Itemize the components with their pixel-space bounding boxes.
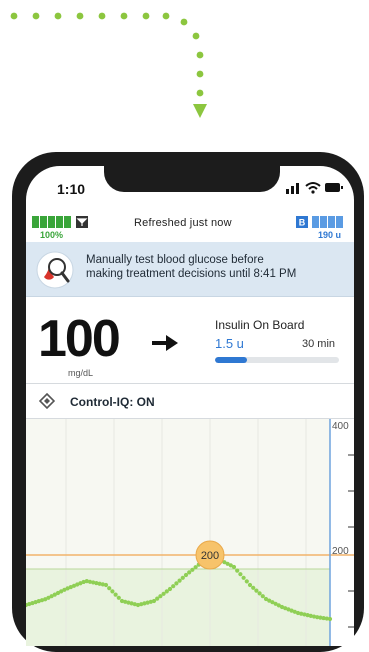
dotted-arrow-decoration [10,12,207,118]
glucose-value: 100 [38,310,121,368]
cgm-point [247,582,253,588]
cgm-point [167,586,173,592]
cgm-point [171,584,176,589]
test-glucose-alert[interactable]: Manually test blood glucose before makin… [26,242,354,297]
alert-message: Manually test blood glucose before makin… [86,253,346,281]
cgm-point [251,585,256,590]
cgm-point [260,594,265,599]
cgm-point [254,588,259,593]
cgm-point [327,616,333,622]
high-marker-label: 200 [201,550,219,562]
clock-time: 1:10 [57,181,86,197]
cgm-point [110,589,115,594]
cgm-point [116,595,121,600]
app-screen: 1:10 100% Refreshed just now B 190 u Man… [26,166,354,646]
cgm-point [238,572,243,577]
iob-label: Insulin On Board [215,318,305,332]
iob-value: 1.5 u [215,336,244,351]
cgm-point [257,591,262,596]
reservoir-badge-letter: B [299,218,306,228]
glucose-unit: mg/dL [68,368,94,378]
trend-arrow-right-icon [152,335,178,351]
iob-time-remaining: 30 min [302,338,336,350]
pump-battery-icon [32,216,88,228]
control-iq-diamond-icon [39,393,55,409]
cgm-point [103,582,109,588]
phone-notch [104,166,280,192]
cgm-point [244,579,249,584]
refresh-status: Refreshed just now [134,217,232,229]
cgm-point [113,592,118,597]
y-label-200: 200 [332,546,349,557]
cgm-point [231,564,237,570]
signal-wifi-battery-icons [286,182,343,194]
control-iq-row[interactable]: Control-IQ: ON [26,384,354,419]
pump-battery-percent: 100% [40,230,64,240]
cgm-point [241,575,246,580]
cgm-point [174,581,179,586]
alert-line-2: making treatment decisions until 8:41 PM [86,268,297,280]
y-label-400: 400 [332,421,349,432]
iob-progress-fill [215,357,248,363]
alert-line-1: Manually test blood glucose before [86,254,264,266]
cgm-point [180,575,185,580]
insulin-reservoir-icon: B [296,216,343,228]
glucose-panel: 100 mg/dL Insulin On Board 1.5 u 30 min [26,297,354,384]
glucose-trend-graph: 400 200 200 [26,419,354,646]
insulin-remaining: 190 u [318,230,342,240]
blood-drop-magnifier-icon [36,251,74,289]
iob-progress-bar [215,357,339,363]
cgm-point [177,578,182,583]
cgm-point [107,586,112,591]
control-iq-status: Control-IQ: ON [70,395,155,409]
cgm-point [235,568,240,573]
